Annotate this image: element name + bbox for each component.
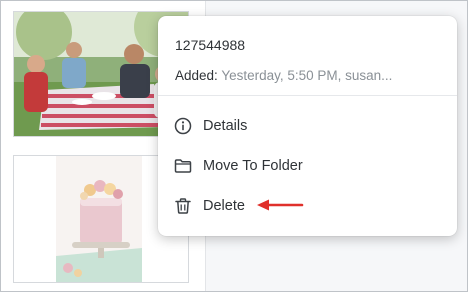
file-name: 127544988 (175, 37, 246, 53)
annotation-arrow-icon (257, 199, 304, 211)
info-icon (174, 117, 192, 135)
menu-item-label: Move To Folder (203, 158, 303, 174)
menu-item-label: Delete (203, 198, 245, 214)
menu-item-label: Details (203, 118, 248, 134)
menu-item-details[interactable]: Details (158, 107, 457, 145)
folder-icon (174, 157, 192, 175)
menu-item-move-to-folder[interactable]: Move To Folder (158, 147, 457, 185)
menu-divider (158, 95, 457, 96)
app-window: 127544988 Added: Yesterday, 5:50 PM, sus… (0, 0, 468, 292)
added-label: Added: (175, 68, 218, 83)
file-context-menu: 127544988 Added: Yesterday, 5:50 PM, sus… (158, 16, 457, 236)
trash-icon (174, 197, 192, 215)
added-info: Added: Yesterday, 5:50 PM, susan... (175, 68, 440, 83)
menu-item-delete[interactable]: Delete (158, 187, 457, 225)
added-value: Yesterday, 5:50 PM, susan... (221, 68, 393, 83)
